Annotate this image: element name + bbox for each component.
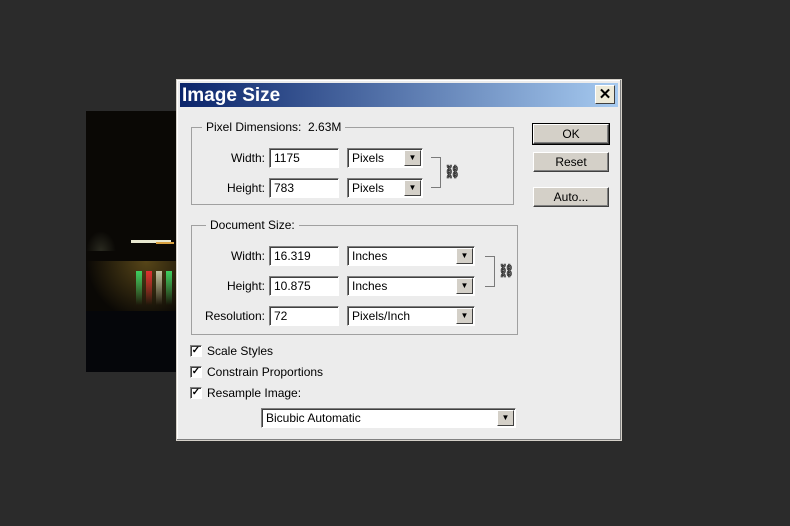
background-photo (86, 111, 186, 372)
chevron-down-icon[interactable]: ▼ (404, 180, 421, 196)
pixel-height-unit-select[interactable]: Pixels ▼ (347, 178, 423, 198)
close-icon: ✕ (598, 86, 612, 103)
doc-height-unit-select[interactable]: Inches ▼ (347, 276, 475, 296)
auto-button[interactable]: Auto... (533, 187, 609, 207)
doc-width-unit-select[interactable]: Inches ▼ (347, 246, 475, 266)
chevron-down-icon[interactable]: ▼ (456, 308, 473, 324)
doc-width-input[interactable]: 16.319 (269, 246, 339, 266)
reset-button[interactable]: Reset (533, 152, 609, 172)
resample-image-label: Resample Image: (207, 386, 302, 400)
doc-height-label: Height: (226, 279, 265, 293)
pixel-link-bracket (431, 157, 441, 188)
document-size-legend: Document Size: (206, 218, 299, 232)
pixel-width-label: Width: (230, 151, 265, 165)
close-button[interactable]: ✕ (595, 85, 615, 104)
resolution-unit-select[interactable]: Pixels/Inch ▼ (347, 306, 475, 326)
doc-width-label: Width: (230, 249, 265, 263)
chevron-down-icon[interactable]: ▼ (456, 248, 473, 264)
pixel-height-input[interactable]: 783 (269, 178, 339, 198)
scale-styles-checkbox[interactable]: ✓ (190, 345, 202, 357)
pixel-width-unit-select[interactable]: Pixels ▼ (347, 148, 423, 168)
doc-height-input[interactable]: 10.875 (269, 276, 339, 296)
title-bar[interactable]: Image Size ✕ (180, 83, 618, 107)
pixel-height-label: Height: (226, 181, 265, 195)
pixel-height-unit-value: Pixels (352, 181, 385, 195)
chevron-down-icon[interactable]: ▼ (404, 150, 421, 166)
chain-link-icon: ⛓ (498, 263, 515, 278)
resolution-unit-value: Pixels/Inch (352, 309, 411, 323)
image-size-dialog: Image Size ✕ Pixel Dimensions: 2.63M Wid… (176, 79, 622, 441)
constrain-proportions-label: Constrain Proportions (207, 365, 324, 379)
dialog-title: Image Size (182, 85, 281, 106)
pixel-dimensions-size: 2.63M (308, 120, 342, 134)
doc-height-unit-value: Inches (352, 279, 388, 293)
pixel-width-unit-value: Pixels (352, 151, 385, 165)
doc-width-unit-value: Inches (352, 249, 388, 263)
pixel-width-input[interactable]: 1175 (269, 148, 339, 168)
resample-image-checkbox[interactable]: ✓ (190, 387, 202, 399)
chevron-down-icon[interactable]: ▼ (456, 278, 473, 294)
resolution-input[interactable]: 72 (269, 306, 339, 326)
chevron-down-icon[interactable]: ▼ (497, 410, 514, 426)
resolution-label: Resolution: (204, 309, 265, 323)
pixel-dimensions-legend: Pixel Dimensions: 2.63M (202, 120, 346, 134)
ok-button[interactable]: OK (532, 123, 610, 145)
doc-link-bracket (485, 256, 495, 287)
scale-styles-label: Scale Styles (207, 344, 274, 358)
constrain-proportions-checkbox[interactable]: ✓ (190, 366, 202, 378)
resample-method-select[interactable]: Bicubic Automatic ▼ (261, 408, 516, 428)
chain-link-icon: ⛓ (444, 164, 461, 179)
resample-method-value: Bicubic Automatic (266, 411, 361, 425)
